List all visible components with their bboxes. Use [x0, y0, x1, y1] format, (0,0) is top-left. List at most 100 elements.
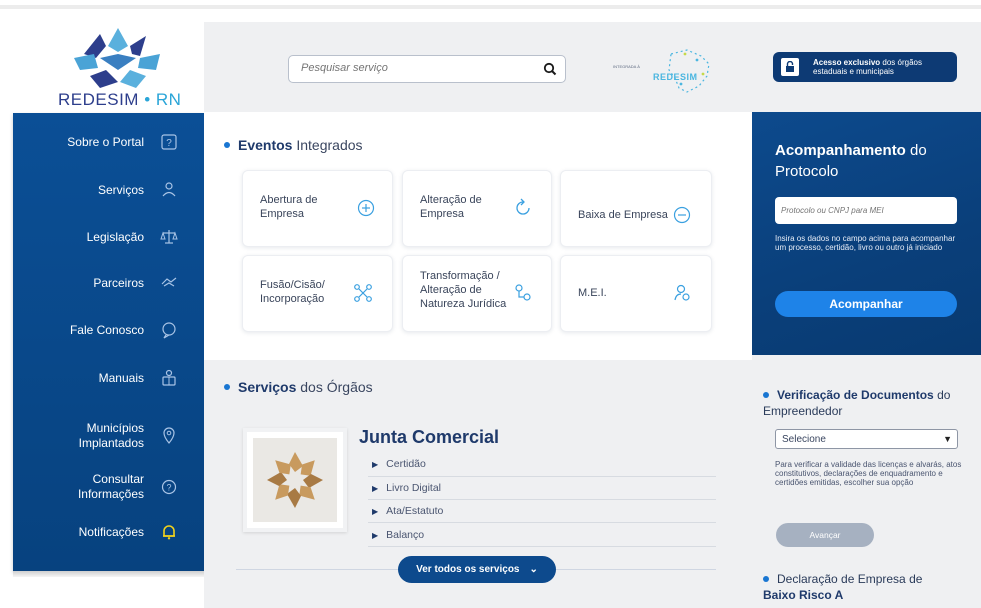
- sidebar-item-servicos[interactable]: Serviços: [13, 181, 204, 199]
- link-livro-digital[interactable]: ▶ Livro Digital: [372, 482, 441, 494]
- link-label: Ata/Estatuto: [386, 505, 444, 517]
- servicos-title-rest: dos Órgãos: [296, 379, 373, 395]
- sidebar-item-label: Serviços: [97, 182, 144, 197]
- sidebar-item-legislacao[interactable]: Legislação: [13, 228, 204, 246]
- divider: [368, 546, 716, 547]
- divider: [368, 476, 716, 477]
- acompanhar-button[interactable]: Acompanhar: [775, 291, 957, 317]
- handshake-icon: [160, 274, 178, 292]
- sidebar-item-manuais[interactable]: Manuais: [13, 369, 204, 387]
- mei-icon: [674, 284, 690, 301]
- plus-circle-icon: [357, 199, 375, 217]
- protocolo-title-bold: Acompanhamento: [775, 142, 906, 159]
- junta-comercial-emblem-icon: [267, 452, 323, 508]
- servicos-title: Serviços dos Órgãos: [224, 379, 373, 395]
- chevron-right-icon: ▶: [372, 531, 379, 540]
- bullet-dot: [763, 575, 769, 582]
- partner-logo-small-text: INTEGRADA À: [613, 64, 640, 69]
- sidebar-item-label: Manuais: [98, 370, 144, 385]
- eventos-title-rest: Integrados: [292, 137, 363, 153]
- chevron-down-icon: ▼: [943, 434, 952, 444]
- card-label: Fusão/Cisão/ Incorporação: [260, 279, 325, 305]
- protocolo-input[interactable]: [775, 197, 957, 224]
- declaracao-link[interactable]: Declaração de Empresa de Baixo Risco A: [763, 571, 973, 603]
- chevron-right-icon: ▶: [372, 460, 379, 469]
- junta-comercial-logo: [243, 428, 347, 532]
- link-ata-estatuto[interactable]: ▶ Ata/Estatuto: [372, 505, 443, 517]
- sidebar-shadow: [13, 571, 204, 577]
- sidebar-item-label: Municípios Implantados: [78, 421, 144, 450]
- link-label: Livro Digital: [386, 482, 442, 494]
- logo-text-separator: •: [144, 90, 151, 109]
- card-label: M.E.I.: [578, 287, 607, 299]
- card-fusao-cisao-incorporacao[interactable]: Fusão/Cisão/ Incorporação: [242, 255, 393, 332]
- verificacao-title: Verificação de Documentos do Empreendedo…: [763, 387, 973, 419]
- partner-logo: INTEGRADA À REDESIM: [609, 46, 717, 96]
- card-label: Abertura de Empresa: [260, 194, 318, 220]
- select-value: Selecione: [782, 433, 826, 445]
- sidebar-item-label: Sobre o Portal: [67, 134, 144, 149]
- sidebar-item-sobre-o-portal[interactable]: Sobre o Portal ?: [13, 133, 204, 151]
- avancar-button[interactable]: Avançar: [776, 523, 874, 547]
- card-baixa-de-empresa[interactable]: Baixa de Empresa: [560, 170, 712, 247]
- card-abertura-de-empresa[interactable]: Abertura de Empresa: [242, 170, 393, 247]
- acesso-text: Acesso exclusivo dos órgãos estaduais e …: [813, 58, 947, 76]
- question-icon: ?: [160, 133, 178, 151]
- logo-text-main: REDESIM: [58, 90, 139, 109]
- sidebar-item-label: Legislação: [86, 229, 144, 244]
- declaracao-title-bold: Baixo Risco A: [763, 588, 844, 602]
- acesso-text-bold: Acesso exclusivo: [813, 58, 881, 67]
- acesso-exclusivo-button[interactable]: Acesso exclusivo dos órgãos estaduais e …: [773, 52, 957, 82]
- person-service-icon: [160, 181, 178, 199]
- search-icon[interactable]: [543, 62, 557, 76]
- transform-icon: [515, 284, 531, 301]
- refresh-icon: [516, 198, 530, 215]
- chevron-right-icon: ▶: [372, 484, 379, 493]
- location-pin-icon: [160, 427, 178, 445]
- partner-logo-brand: REDESIM: [653, 72, 698, 82]
- sidebar-item-consultar-informacoes[interactable]: Consultar Informações ?: [13, 472, 204, 502]
- sidebar-item-label: Notificações: [78, 524, 144, 539]
- verificacao-title-bold: Verificação de Documentos: [777, 388, 934, 402]
- card-label: Alteração de Empresa: [420, 194, 482, 220]
- button-label: Ver todos os serviços: [416, 564, 520, 575]
- sidebar-item-parceiros[interactable]: Parceiros: [13, 274, 204, 292]
- link-label: Certidão: [386, 458, 426, 470]
- scale-icon: [160, 228, 178, 246]
- sidebar-item-notificacoes[interactable]: Notificações: [13, 523, 204, 541]
- bullet-dot: [224, 384, 230, 391]
- bullet-dot: [763, 391, 769, 398]
- ver-todos-servicos-button[interactable]: Ver todos os serviços ⌄: [398, 556, 556, 583]
- org-title: Junta Comercial: [359, 427, 500, 447]
- link-certidao[interactable]: ▶ Certidão: [372, 458, 426, 470]
- divider: [368, 499, 716, 500]
- card-alteracao-de-empresa[interactable]: Alteração de Empresa: [402, 170, 552, 247]
- divider: [556, 569, 716, 570]
- search-input[interactable]: [301, 62, 531, 74]
- card-mei[interactable]: M.E.I.: [560, 255, 712, 332]
- redesim-logo-icon: [74, 28, 160, 88]
- svg-text:?: ?: [166, 483, 171, 493]
- servicos-title-bold: Serviços: [238, 379, 297, 395]
- manual-icon: [160, 369, 178, 387]
- protocolo-help-text: Insira os dados no campo acima para acom…: [775, 234, 956, 252]
- brazil-map-icon: [668, 49, 710, 93]
- chevron-right-icon: ▶: [372, 507, 379, 516]
- sidebar-item-fale-conosco[interactable]: Fale Conosco: [13, 321, 204, 339]
- sidebar-nav: Sobre o Portal ? Serviços Legislação Par…: [13, 113, 204, 571]
- sidebar-item-label: Consultar Informações: [77, 472, 144, 501]
- verificacao-select[interactable]: Selecione ▼: [775, 429, 958, 449]
- verificacao-help-text: Para verificar a validade das licenças e…: [775, 460, 962, 487]
- link-balanco[interactable]: ▶ Balanço: [372, 529, 424, 541]
- declaracao-title-rest: Declaração de Empresa de: [777, 572, 923, 586]
- card-transformacao[interactable]: Transformação / Alteração de Natureza Ju…: [402, 255, 552, 332]
- sidebar-item-label: Parceiros: [93, 275, 144, 290]
- bell-icon: [160, 523, 178, 541]
- divider: [236, 569, 398, 570]
- bullet-dot: [224, 142, 230, 149]
- logo-text: REDESIM • RN: [58, 90, 181, 110]
- top-strip: [0, 0, 981, 9]
- sidebar-item-municipios-implantados[interactable]: Municípios Implantados: [13, 421, 204, 451]
- lock-icon: [781, 58, 799, 76]
- chevron-down-icon: ⌄: [529, 564, 538, 575]
